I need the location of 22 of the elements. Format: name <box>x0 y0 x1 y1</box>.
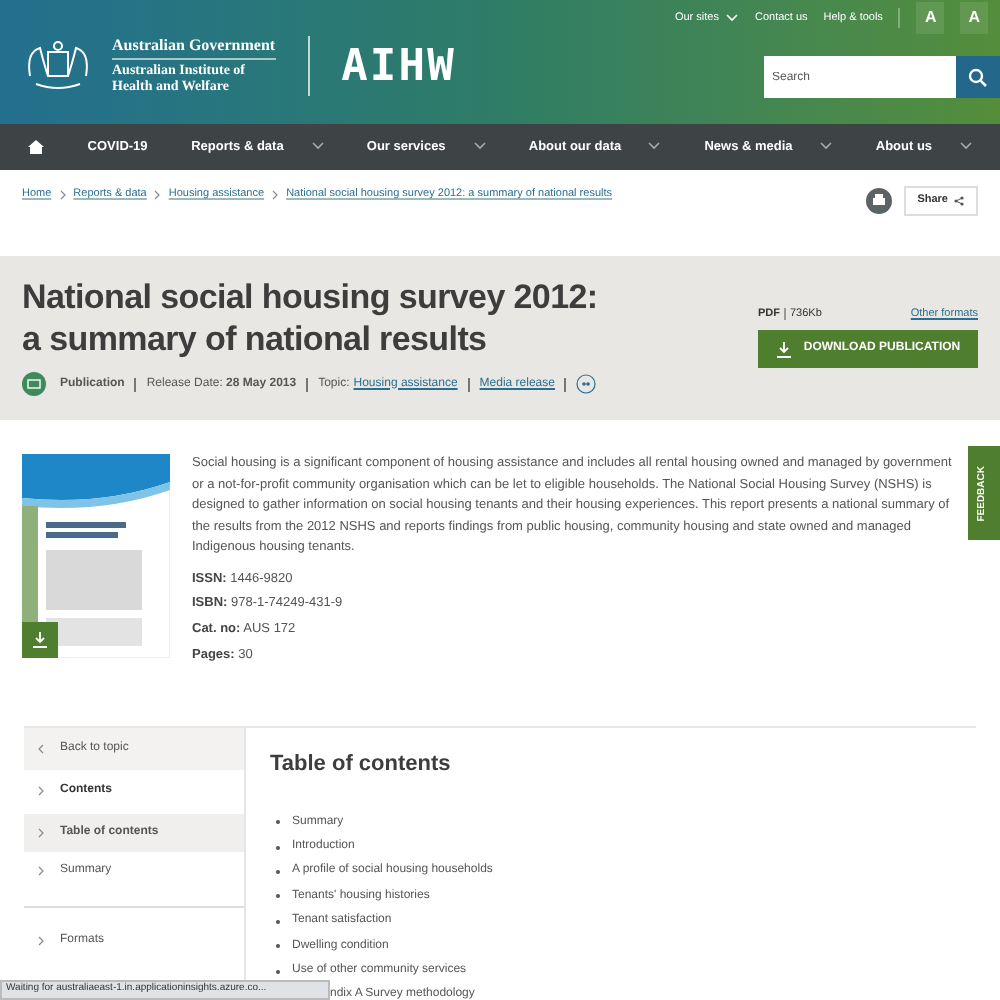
toc-heading: Table of contents <box>270 749 453 779</box>
chevron-icon <box>38 743 44 753</box>
chevron-icon <box>272 189 279 200</box>
home-icon[interactable] <box>28 140 44 154</box>
download-icon <box>775 341 792 358</box>
chevron-icon <box>38 827 44 837</box>
brand-logo[interactable]: AIHW <box>341 33 456 99</box>
chevron-icon <box>38 865 44 875</box>
chevron-icon <box>154 189 161 200</box>
search-icon <box>968 67 988 87</box>
share-icon <box>954 196 964 206</box>
print-icon[interactable] <box>865 188 892 214</box>
download-icon <box>32 632 48 648</box>
chevron-icon <box>38 935 44 945</box>
cover-download-button[interactable] <box>22 622 58 658</box>
search-button[interactable] <box>956 56 1000 98</box>
chevron-icon <box>59 189 66 200</box>
publication-icon <box>22 372 46 396</box>
quote-icon[interactable] <box>576 374 597 394</box>
chevron-icon <box>38 786 44 796</box>
page-title: National social housing survey 2012: a summary of national results <box>22 276 600 360</box>
government-name: Australian Government <box>112 37 276 61</box>
